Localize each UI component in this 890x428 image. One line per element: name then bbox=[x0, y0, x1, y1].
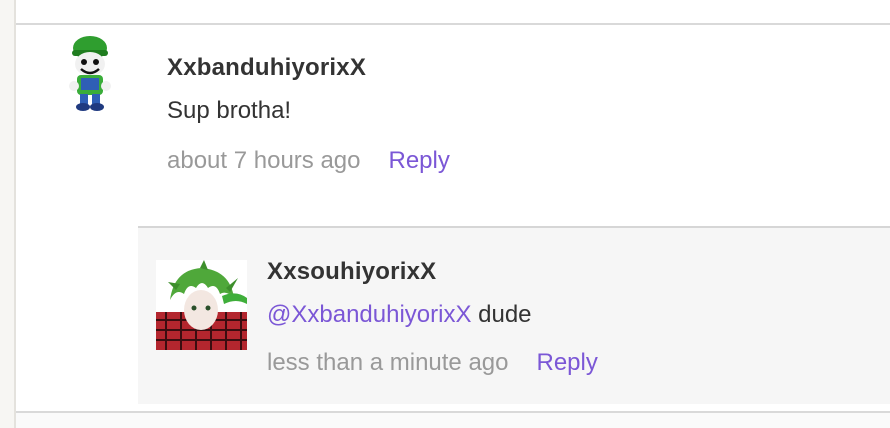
top-divider bbox=[16, 23, 890, 25]
reply-body-text: dude bbox=[471, 301, 532, 328]
reply-button[interactable]: Reply bbox=[389, 147, 450, 174]
bottom-strip bbox=[16, 413, 890, 428]
anime-avatar-icon[interactable] bbox=[156, 260, 247, 350]
reply-to-reply-button[interactable]: Reply bbox=[537, 349, 598, 376]
comment-username[interactable]: XxbanduhiyorixX bbox=[167, 54, 366, 82]
reply-comment: XxsouhiyorixX @XxbanduhiyorixX dude less… bbox=[138, 226, 890, 404]
comment-text: Sup brotha! bbox=[167, 97, 292, 124]
mention-link[interactable]: @XxbanduhiyorixX bbox=[267, 301, 471, 328]
comment-timestamp: about 7 hours ago bbox=[167, 147, 361, 174]
comments-page: XxbanduhiyorixX Sup brotha! about 7 hour… bbox=[0, 0, 890, 428]
reply-text: @XxbanduhiyorixX dude bbox=[267, 301, 532, 329]
comment-meta: about 7 hours ago Reply bbox=[167, 147, 450, 175]
left-rail bbox=[0, 0, 16, 428]
reply-username[interactable]: XxsouhiyorixX bbox=[267, 258, 436, 286]
reply-timestamp: less than a minute ago bbox=[267, 349, 509, 376]
reply-meta: less than a minute ago Reply bbox=[267, 349, 598, 377]
luigi-avatar-icon[interactable] bbox=[62, 34, 118, 116]
